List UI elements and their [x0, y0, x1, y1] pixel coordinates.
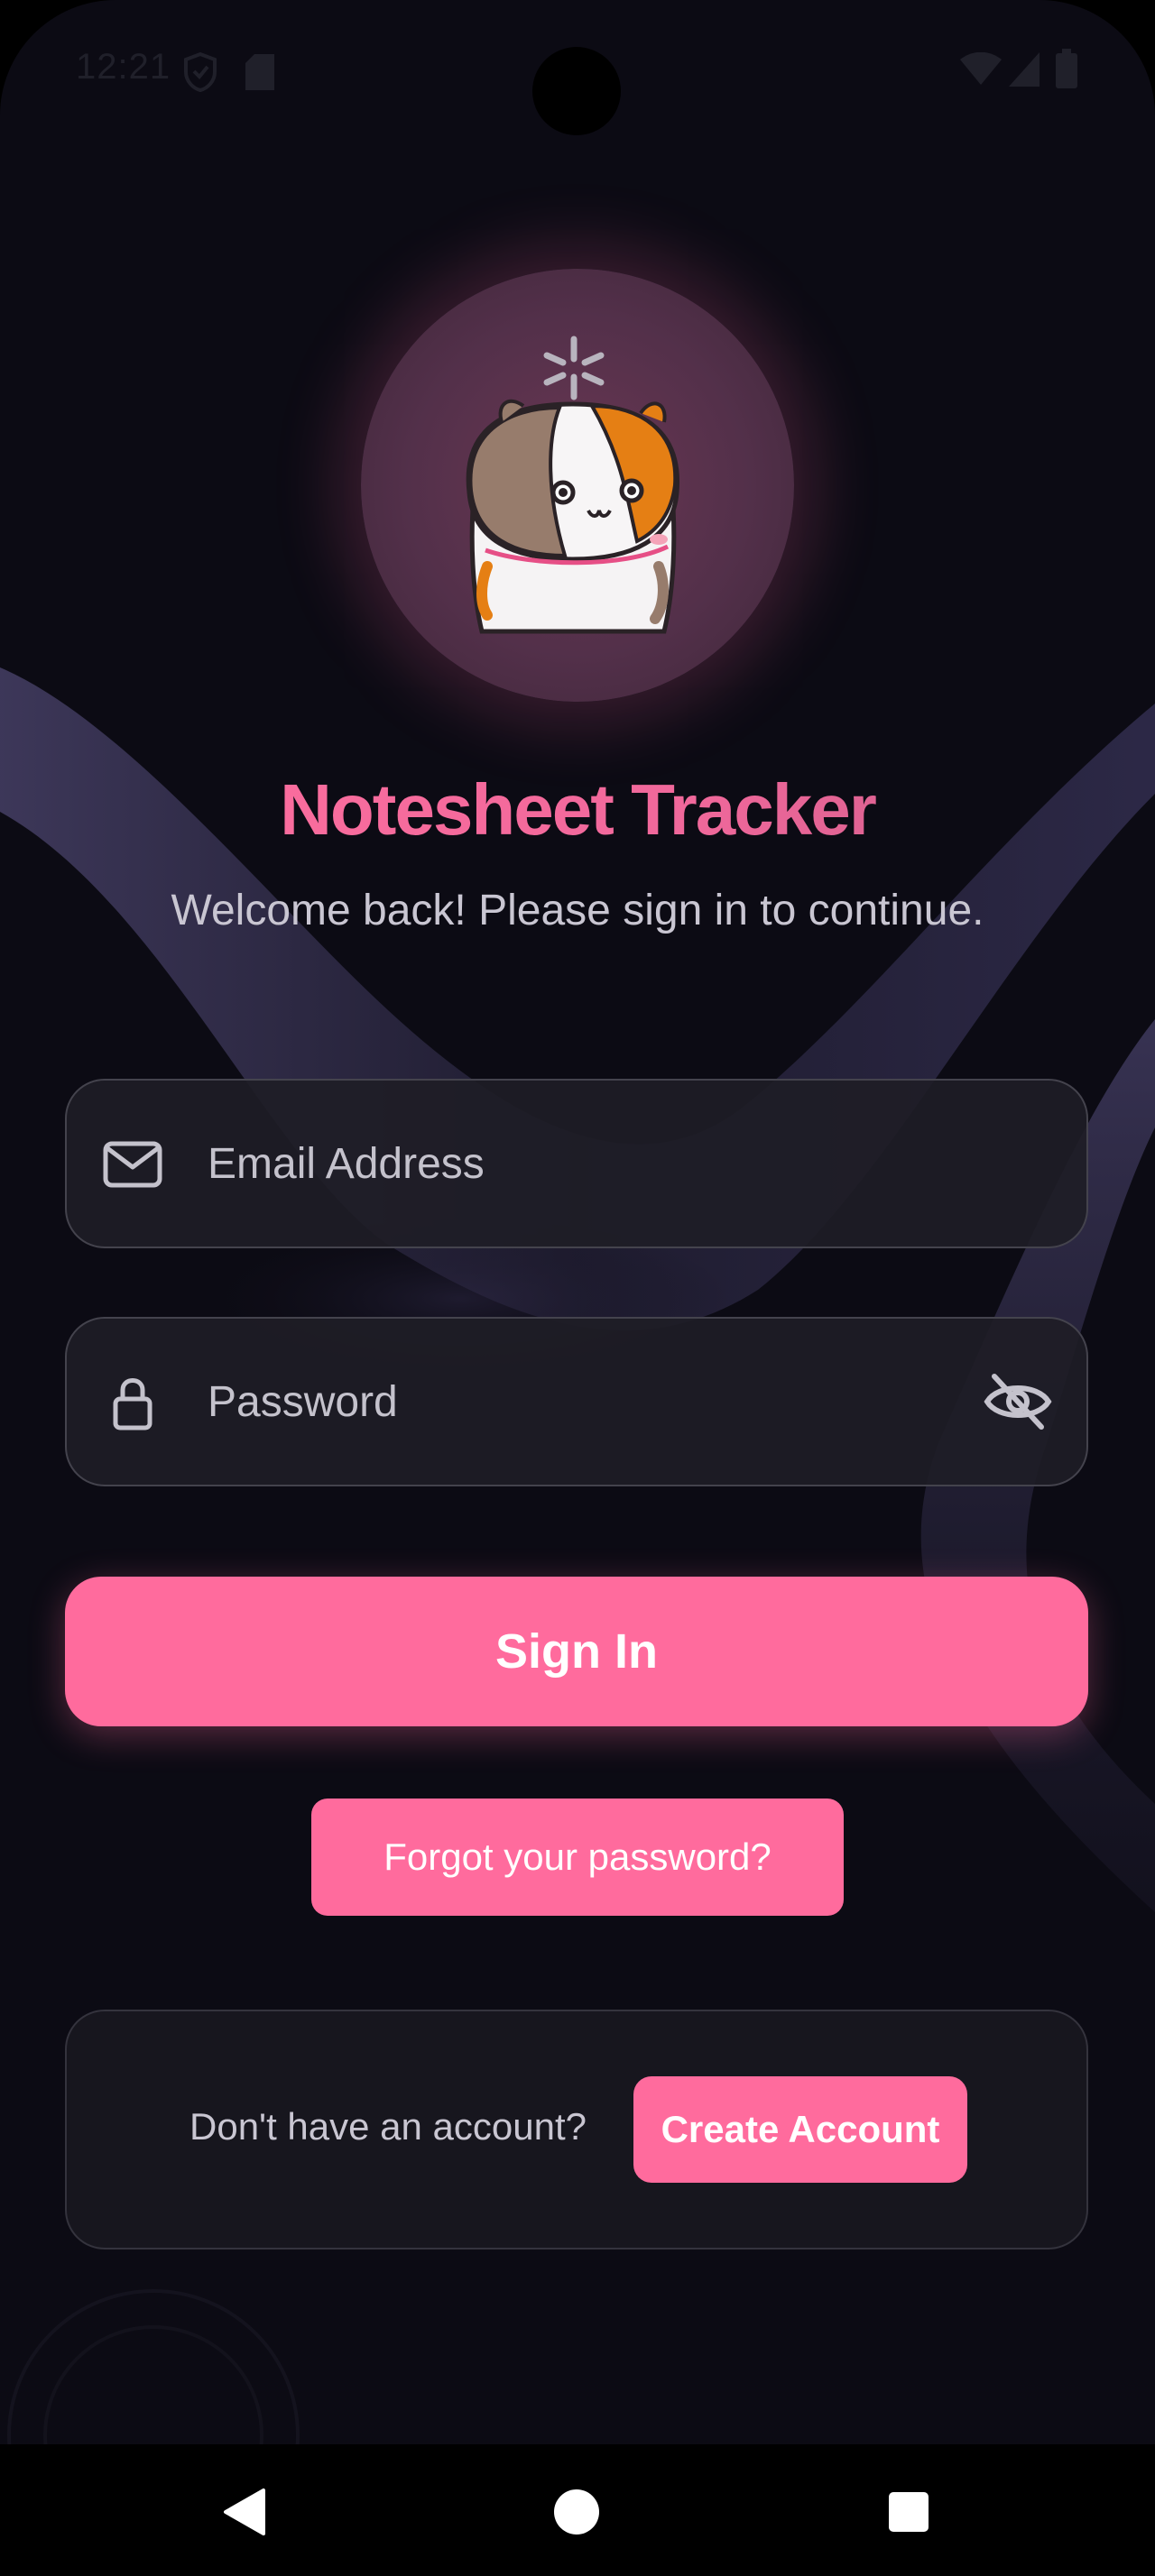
email-field[interactable]	[65, 1079, 1088, 1248]
forgot-password-button[interactable]: Forgot your password?	[311, 1799, 844, 1916]
login-screen: 12:21 Notesheet Tracker Welcome back! Pl…	[0, 0, 1155, 2576]
password-input[interactable]	[208, 1319, 984, 1485]
wifi-icon	[960, 52, 1002, 85]
shield-icon	[184, 52, 217, 92]
eye-off-icon[interactable]	[982, 1367, 1054, 1436]
sign-in-button[interactable]: Sign In	[65, 1577, 1088, 1726]
create-account-button[interactable]: Create Account	[633, 2076, 967, 2183]
navigation-bar	[0, 2444, 1155, 2576]
sd-card-icon	[245, 54, 274, 90]
mail-icon	[103, 1141, 162, 1188]
signal-icon	[1009, 52, 1040, 87]
home-icon[interactable]	[536, 2471, 617, 2553]
welcome-subtitle: Welcome back! Please sign in to continue…	[171, 887, 984, 934]
back-icon[interactable]	[204, 2471, 285, 2553]
lock-icon	[113, 1378, 152, 1431]
status-time: 12:21	[76, 47, 171, 87]
battery-icon	[1056, 49, 1077, 88]
password-field[interactable]	[65, 1317, 1088, 1486]
account-prompt: Don't have an account?	[189, 2105, 587, 2148]
email-input[interactable]	[208, 1081, 984, 1247]
recents-icon[interactable]	[868, 2471, 949, 2553]
hamster-mascot-icon	[466, 336, 680, 634]
camera-cutout	[532, 47, 621, 135]
status-bar: 12:21	[0, 0, 1155, 144]
create-account-card: Don't have an account? Create Account	[65, 2010, 1088, 2249]
app-title: Notesheet Tracker	[0, 768, 1155, 851]
mascot-avatar	[361, 269, 794, 702]
